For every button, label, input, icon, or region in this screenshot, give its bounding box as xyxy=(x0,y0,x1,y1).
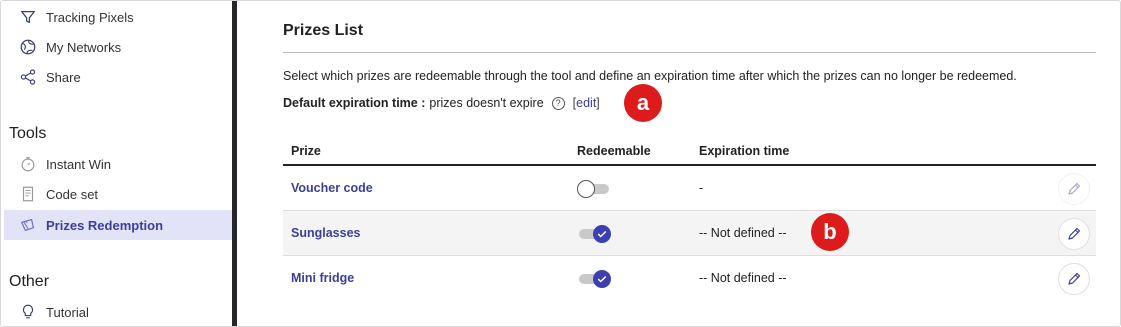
redeemable-toggle[interactable] xyxy=(577,269,613,289)
sidebar-item-label: Tracking Pixels xyxy=(46,9,134,25)
edit-link-label: edit xyxy=(576,96,597,110)
main-content: Prizes List Select which prizes are rede… xyxy=(237,1,1120,326)
redeemable-toggle[interactable] xyxy=(577,179,613,199)
sidebar-item-code-set[interactable]: Code set xyxy=(4,179,232,209)
prize-name[interactable]: Sunglasses xyxy=(291,226,360,240)
table-row: Sunglasses -- Not defined -- xyxy=(283,211,1096,256)
expiration-value: - xyxy=(699,181,704,195)
stopwatch-icon xyxy=(18,154,38,174)
help-icon[interactable]: ? xyxy=(551,96,565,110)
pencil-icon xyxy=(1068,182,1081,195)
prize-name[interactable]: Mini fridge xyxy=(291,271,354,285)
sidebar-item-share[interactable]: Share xyxy=(4,62,232,92)
lightbulb-icon xyxy=(18,302,38,322)
page-title: Prizes List xyxy=(283,22,364,39)
filter-icon xyxy=(18,7,38,27)
share-icon xyxy=(18,67,38,87)
check-icon xyxy=(597,231,607,238)
default-expiration: Default expiration time : prizes doesn't… xyxy=(283,96,600,110)
table-row: Voucher code - xyxy=(283,166,1096,211)
sidebar-item-tracking-pixels[interactable]: Tracking Pixels xyxy=(4,2,232,32)
sidebar-item-label: Code set xyxy=(46,186,99,202)
check-icon xyxy=(597,276,607,283)
column-header-prize: Prize xyxy=(291,144,321,158)
edit-row-button[interactable] xyxy=(1058,263,1090,295)
toggle-knob xyxy=(577,180,595,198)
gift-icon xyxy=(18,215,38,235)
column-header-expiration: Expiration time xyxy=(699,144,790,158)
expiration-value: -- Not defined -- xyxy=(699,271,787,285)
prize-name[interactable]: Voucher code xyxy=(291,181,373,195)
tools-heading: Tools xyxy=(9,125,47,142)
edit-row-button[interactable] xyxy=(1058,218,1090,250)
sidebar-item-prizes-redemption[interactable]: Prizes Redemption xyxy=(4,210,232,240)
sidebar-item-label: My Networks xyxy=(46,39,122,55)
table-row: Mini fridge -- Not defined -- xyxy=(283,256,1096,301)
sidebar-item-tutorial[interactable]: Tutorial xyxy=(4,297,232,326)
edit-row-button[interactable] xyxy=(1058,173,1090,205)
page-description: Select which prizes are redeemable throu… xyxy=(283,69,1017,83)
sidebar-item-my-networks[interactable]: My Networks xyxy=(4,32,232,62)
edit-bracket-close: ] xyxy=(596,96,600,110)
column-header-redeemable: Redeemable xyxy=(577,144,651,158)
annotation-marker-a: a xyxy=(624,84,662,122)
globe-icon xyxy=(18,37,38,57)
document-icon xyxy=(18,184,38,204)
default-expiration-value: prizes doesn't expire xyxy=(429,96,544,110)
pencil-icon xyxy=(1068,272,1081,285)
toggle-knob xyxy=(593,270,611,288)
default-expiration-label: Default expiration time : xyxy=(283,96,426,110)
toggle-knob xyxy=(593,225,611,243)
sidebar-item-label: Share xyxy=(46,69,81,85)
sidebar-item-instant-win[interactable]: Instant Win xyxy=(4,149,232,179)
annotation-marker-b: b xyxy=(811,213,849,251)
pencil-icon xyxy=(1068,227,1081,240)
app-frame: Tracking Pixels My Networks Share Tools … xyxy=(0,0,1121,327)
other-heading: Other xyxy=(9,273,50,290)
edit-default-expiration[interactable]: [edit] xyxy=(573,96,600,110)
sidebar-item-label: Tutorial xyxy=(46,304,89,320)
title-divider xyxy=(283,52,1096,53)
sidebar-item-label: Prizes Redemption xyxy=(46,217,164,233)
expiration-value: -- Not defined -- xyxy=(699,226,787,240)
sidebar: Tracking Pixels My Networks Share Tools … xyxy=(1,1,232,326)
sidebar-item-label: Instant Win xyxy=(46,156,112,172)
redeemable-toggle[interactable] xyxy=(577,224,613,244)
